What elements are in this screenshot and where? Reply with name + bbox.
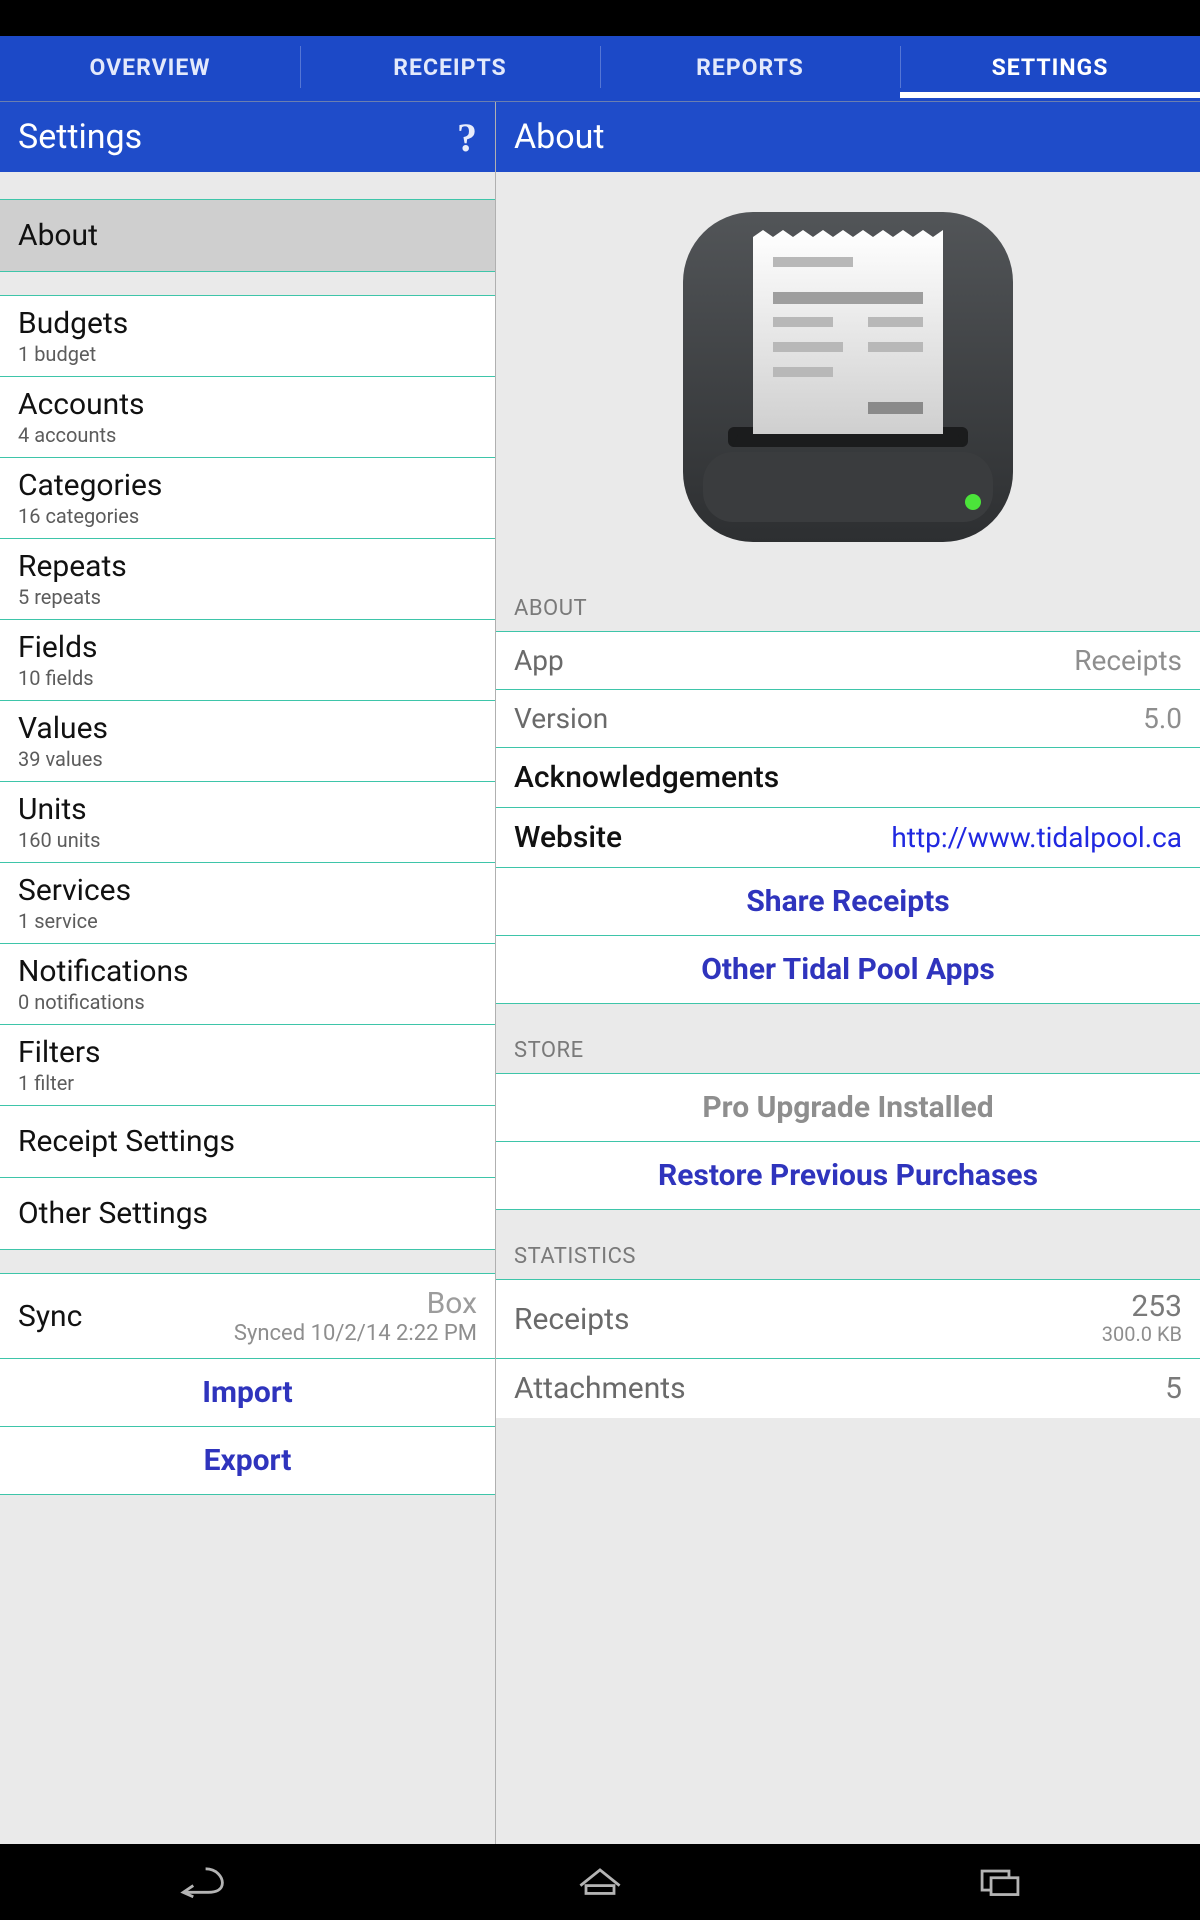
sync-service: Box — [234, 1286, 477, 1321]
row-key: Acknowledgements — [514, 760, 779, 795]
about-app-row: App Receipts — [496, 632, 1200, 690]
settings-list-pane: Settings ? About Budgets 1 budget Accoun… — [0, 102, 496, 1844]
app-icon — [673, 202, 1023, 552]
list-item-sub: 5 repeats — [18, 585, 477, 609]
row-key: Attachments — [514, 1371, 686, 1406]
row-key: Version — [514, 702, 608, 735]
settings-item-fields[interactable]: Fields 10 fields — [0, 620, 495, 701]
tab-reports[interactable]: REPORTS — [600, 36, 900, 98]
settings-item-repeats[interactable]: Repeats 5 repeats — [0, 539, 495, 620]
stat-count: 253 — [1102, 1292, 1182, 1322]
section-statistics-label: STATISTICS — [496, 1210, 1200, 1280]
settings-item-budgets[interactable]: Budgets 1 budget — [0, 296, 495, 377]
list-item-sub: 160 units — [18, 828, 477, 852]
row-key: Receipts — [514, 1302, 629, 1337]
settings-item-other-settings[interactable]: Other Settings — [0, 1178, 495, 1250]
recents-icon[interactable] — [972, 1859, 1028, 1905]
section-gap — [0, 172, 495, 200]
website-link[interactable]: http://www.tidalpool.ca — [891, 821, 1182, 854]
acknowledgements-row[interactable]: Acknowledgements — [496, 748, 1200, 808]
section-gap — [0, 272, 495, 296]
list-item-title: Categories — [18, 468, 477, 503]
tab-bar: OVERVIEW RECEIPTS REPORTS SETTINGS — [0, 36, 1200, 98]
row-value: 5.0 — [1143, 702, 1182, 735]
settings-item-accounts[interactable]: Accounts 4 accounts — [0, 377, 495, 458]
list-item-title: About — [18, 218, 477, 253]
stat-size: 300.0 KB — [1102, 1322, 1182, 1346]
android-nav-bar — [0, 1844, 1200, 1920]
about-header: About — [496, 102, 1200, 172]
back-icon[interactable] — [172, 1859, 228, 1905]
app-icon-wrap — [496, 172, 1200, 562]
tab-label: SETTINGS — [992, 54, 1109, 81]
sync-status: Synced 10/2/14 2:22 PM — [234, 1321, 477, 1346]
about-scroll[interactable]: ABOUT App Receipts Version 5.0 Acknowled… — [496, 172, 1200, 1844]
list-item-title: Notifications — [18, 954, 477, 989]
list-item-title: Values — [18, 711, 477, 746]
list-item-title: Fields — [18, 630, 477, 665]
split-panes: Settings ? About Budgets 1 budget Accoun… — [0, 102, 1200, 1844]
row-key: App — [514, 644, 564, 677]
list-item-title: Units — [18, 792, 477, 827]
stat-count: 5 — [1165, 1374, 1182, 1404]
app-container: OVERVIEW RECEIPTS REPORTS SETTINGS Setti… — [0, 36, 1200, 1844]
list-item-sub: 0 notifications — [18, 990, 477, 1014]
list-item-sub: 4 accounts — [18, 423, 477, 447]
restore-purchases-button[interactable]: Restore Previous Purchases — [496, 1142, 1200, 1210]
settings-item-services[interactable]: Services 1 service — [0, 863, 495, 944]
list-item-sub: 10 fields — [18, 666, 477, 690]
list-item-title: Budgets — [18, 306, 477, 341]
list-item-title: Filters — [18, 1035, 477, 1070]
list-item-sub: 1 service — [18, 909, 477, 933]
home-icon[interactable] — [572, 1859, 628, 1905]
help-icon[interactable]: ? — [457, 114, 477, 161]
settings-item-filters[interactable]: Filters 1 filter — [0, 1025, 495, 1106]
settings-item-about[interactable]: About — [0, 200, 495, 272]
settings-item-notifications[interactable]: Notifications 0 notifications — [0, 944, 495, 1025]
other-apps-button[interactable]: Other Tidal Pool Apps — [496, 936, 1200, 1004]
import-button[interactable]: Import — [0, 1359, 495, 1427]
status-bar — [0, 0, 1200, 36]
list-item-title: Repeats — [18, 549, 477, 584]
tab-label: OVERVIEW — [90, 54, 211, 81]
list-item-sub: 16 categories — [18, 504, 477, 528]
list-item-title: Accounts — [18, 387, 477, 422]
stat-receipts-row: Receipts 253 300.0 KB — [496, 1280, 1200, 1359]
settings-item-categories[interactable]: Categories 16 categories — [0, 458, 495, 539]
tab-receipts[interactable]: RECEIPTS — [300, 36, 600, 98]
section-gap — [0, 1250, 495, 1274]
tab-label: REPORTS — [696, 54, 804, 81]
page-title: About — [514, 117, 605, 157]
list-item-title: Services — [18, 873, 477, 908]
settings-item-receipt-settings[interactable]: Receipt Settings — [0, 1106, 495, 1178]
list-item-sub: 1 budget — [18, 342, 477, 366]
tab-settings[interactable]: SETTINGS — [900, 36, 1200, 98]
export-button[interactable]: Export — [0, 1427, 495, 1495]
page-title: Settings — [18, 117, 142, 157]
section-about-label: ABOUT — [496, 562, 1200, 632]
pro-upgrade-status: Pro Upgrade Installed — [496, 1074, 1200, 1142]
settings-item-sync[interactable]: Sync Box Synced 10/2/14 2:22 PM — [0, 1274, 495, 1359]
about-pane: About — [496, 102, 1200, 1844]
row-value: Receipts — [1074, 644, 1182, 677]
settings-scroll[interactable]: About Budgets 1 budget Accounts 4 accoun… — [0, 172, 495, 1844]
row-key: Website — [514, 820, 622, 855]
tab-label: RECEIPTS — [393, 54, 506, 81]
sync-label: Sync — [18, 1299, 82, 1334]
website-row[interactable]: Website http://www.tidalpool.ca — [496, 808, 1200, 868]
settings-item-units[interactable]: Units 160 units — [0, 782, 495, 863]
list-item-title: Other Settings — [18, 1196, 477, 1231]
stat-attachments-row: Attachments 5 — [496, 1359, 1200, 1418]
settings-header: Settings ? — [0, 102, 495, 172]
settings-item-values[interactable]: Values 39 values — [0, 701, 495, 782]
tab-overview[interactable]: OVERVIEW — [0, 36, 300, 98]
list-item-sub: 39 values — [18, 747, 477, 771]
share-receipts-button[interactable]: Share Receipts — [496, 868, 1200, 936]
list-item-sub: 1 filter — [18, 1071, 477, 1095]
section-store-label: STORE — [496, 1004, 1200, 1074]
list-item-title: Receipt Settings — [18, 1124, 477, 1159]
about-version-row: Version 5.0 — [496, 690, 1200, 748]
